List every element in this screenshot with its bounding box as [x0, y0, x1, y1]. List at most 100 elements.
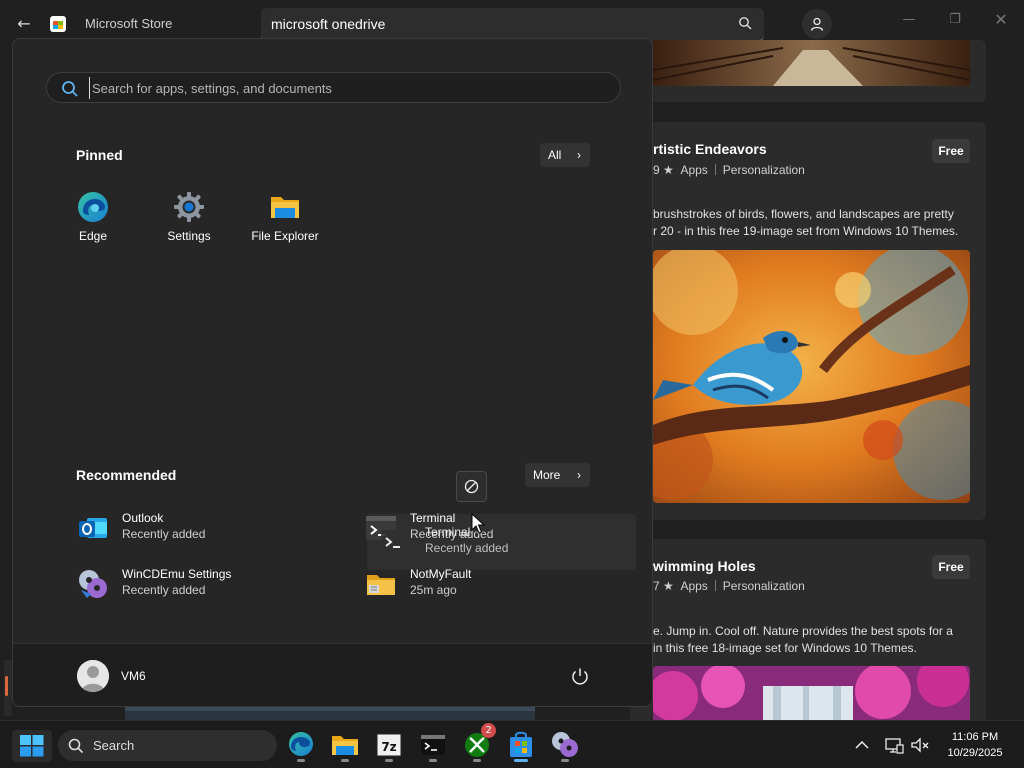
folder-icon: [332, 736, 358, 755]
pinned-app-label: Edge: [78, 229, 108, 243]
pinned-heading: Pinned: [76, 147, 123, 163]
card-meta: 7 ★ Apps Personalization: [653, 579, 805, 593]
chevron-right-icon: ›: [577, 468, 581, 482]
card-category: Apps: [680, 579, 708, 593]
more-button[interactable]: More ›: [525, 463, 590, 487]
recommended-item-subtitle: Recently added: [122, 583, 206, 597]
pinned-app-settings[interactable]: Settings: [141, 189, 237, 249]
bird-painting-image: [653, 250, 970, 503]
remove-from-list-button[interactable]: [456, 471, 487, 502]
card-rating: 7 ★: [653, 579, 674, 593]
card-title: rtistic Endeavors: [653, 141, 767, 157]
clock-time: 11:06 PM: [951, 731, 999, 743]
start-menu-footer: VM6: [13, 643, 652, 706]
recommended-item-wincdemu[interactable]: WinCDEmu Settings Recently added: [77, 562, 317, 606]
notification-badge: 2: [481, 723, 496, 738]
recommended-item-name: Outlook: [122, 511, 164, 525]
outlook-icon: [79, 518, 107, 538]
drag-ghost-name: Terminal: [425, 525, 471, 539]
restore-icon[interactable]: ❐: [940, 10, 970, 30]
store-icon: [510, 731, 532, 757]
recommended-item-notmyfault[interactable]: NotMyFault 25m ago: [365, 562, 605, 606]
back-arrow-icon[interactable]: ←: [14, 14, 34, 34]
all-apps-label: All: [548, 148, 562, 162]
store-bottom-image-strip: [125, 707, 535, 720]
recommended-heading: Recommended: [76, 467, 177, 483]
all-apps-button[interactable]: All ›: [540, 143, 590, 167]
7zip-icon: 7z: [376, 733, 402, 757]
taskbar-app-store[interactable]: [505, 729, 537, 762]
running-indicator: [385, 759, 393, 762]
user-name[interactable]: VM6: [121, 669, 146, 683]
svg-text:7z: 7z: [381, 740, 396, 754]
folder-icon: [271, 197, 299, 218]
chevron-right-icon: ›: [577, 148, 581, 162]
edge-icon: [289, 732, 313, 756]
store-window-title: Microsoft Store: [85, 16, 173, 31]
taskbar-search[interactable]: Search: [58, 730, 277, 761]
system-clock[interactable]: 11:06 PM 10/29/2025: [938, 729, 1012, 761]
terminal-icon: [421, 735, 445, 755]
running-indicator: [429, 759, 437, 762]
network-icon[interactable]: [884, 735, 904, 755]
card-desc-line-1: brushstrokes of birds, flowers, and land…: [653, 207, 954, 221]
theme-card-swimming-holes[interactable]: wimming Holes 7 ★ Apps Personalization Fr…: [630, 539, 986, 729]
settings-gear-icon: [174, 192, 204, 222]
card-title: wimming Holes: [653, 558, 756, 574]
taskbar-app-xbox[interactable]: 2: [461, 723, 496, 762]
running-indicator: [473, 759, 481, 762]
card-subcategory: Personalization: [722, 579, 805, 593]
store-nav-strip: [4, 660, 12, 716]
taskbar-app-terminal[interactable]: [417, 729, 449, 762]
drag-ghost-subtitle: Recently added: [425, 541, 509, 555]
pinned-app-label: File Explorer: [251, 229, 319, 243]
running-indicator: [561, 759, 569, 762]
wincdemu-icon: [552, 732, 578, 757]
card-meta: 9 ★ Apps Personalization: [653, 163, 805, 177]
store-search-box[interactable]: microsoft onedrive: [261, 8, 764, 41]
card-subcategory: Personalization: [722, 163, 805, 177]
search-icon: [62, 81, 78, 97]
price-badge[interactable]: Free: [932, 555, 970, 579]
volume-muted-icon[interactable]: [910, 735, 930, 755]
running-indicator: [297, 759, 305, 762]
theme-card-top[interactable]: [630, 40, 986, 102]
start-button[interactable]: [12, 730, 52, 762]
running-indicator: [514, 759, 528, 762]
user-avatar[interactable]: [77, 660, 109, 692]
clock-date: 10/29/2025: [947, 747, 1003, 759]
card-rating: 9 ★: [653, 163, 674, 177]
theme-card-artistic-endeavors[interactable]: rtistic Endeavors 9 ★ Apps Personalizatio…: [630, 122, 986, 520]
power-icon[interactable]: [569, 666, 591, 688]
card-desc-line-2: in this free 18-image set for Windows 10…: [653, 641, 917, 655]
wincdemu-icon: [79, 570, 107, 598]
store-logo-icon: [50, 16, 66, 32]
pinned-app-edge[interactable]: Edge: [45, 189, 141, 249]
taskbar: Search 7z 2 11:06 PM 10/29/2025: [0, 720, 1024, 768]
block-icon: [464, 479, 479, 494]
taskbar-app-file-explorer[interactable]: [329, 729, 361, 762]
taskbar-app-edge[interactable]: [285, 729, 317, 762]
account-button[interactable]: [802, 9, 832, 39]
card-description: e. Jump in. Cool off. Nature provides th…: [653, 623, 953, 657]
recommended-item-name: WinCDEmu Settings: [122, 567, 232, 581]
edge-icon: [78, 192, 108, 222]
pinned-app-file-explorer[interactable]: File Explorer: [237, 189, 333, 249]
person-icon: [810, 17, 824, 31]
card-description: brushstrokes of birds, flowers, and land…: [653, 206, 958, 240]
start-menu: Pinned All › Edge: [12, 38, 653, 707]
taskbar-app-wincdemu[interactable]: [549, 729, 581, 762]
card-desc-line-2: r 20 - in this free 19-image set from Wi…: [653, 224, 959, 238]
price-badge[interactable]: Free: [932, 139, 970, 163]
search-icon[interactable]: [738, 16, 752, 30]
close-icon[interactable]: ✕: [986, 10, 1016, 30]
recommended-item-outlook[interactable]: Outlook Recently added: [77, 506, 317, 550]
minimize-icon[interactable]: —: [894, 10, 924, 30]
terminal-icon: [381, 530, 411, 554]
chevron-up-icon[interactable]: [852, 735, 872, 755]
store-search-input[interactable]: microsoft onedrive: [271, 16, 385, 32]
taskbar-app-7zip[interactable]: 7z: [373, 729, 405, 762]
more-label: More: [533, 468, 561, 482]
start-search-box[interactable]: [46, 72, 621, 103]
start-search-input[interactable]: [89, 77, 589, 99]
